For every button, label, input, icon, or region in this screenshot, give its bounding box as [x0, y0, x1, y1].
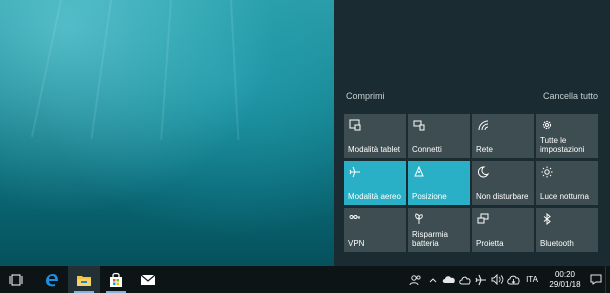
collapse-link[interactable]: Comprimi [346, 91, 385, 105]
light-ray [30, 0, 62, 138]
tile-location[interactable]: Posizione [408, 161, 470, 205]
action-center-header: Comprimi Cancella tutto [346, 91, 598, 105]
tile-label: Tutte le impostazioni [540, 136, 585, 154]
chevron-up-icon [429, 277, 437, 282]
clock-time: 00:20 [554, 269, 576, 279]
task-view-icon [9, 274, 23, 285]
store-icon [110, 272, 122, 287]
tile-label: Posizione [412, 192, 447, 201]
moon-icon [477, 166, 489, 178]
file-explorer-icon [77, 275, 91, 286]
action-center-panel: Comprimi Cancella tutto Modalità tablet … [334, 0, 610, 266]
tile-vpn[interactable]: VPN [344, 208, 406, 252]
clock[interactable]: 00:20 29/01/18 [543, 270, 587, 290]
airplane-icon [475, 274, 486, 285]
tile-bluetooth[interactable]: Bluetooth [536, 208, 598, 252]
clock-date: 29/01/18 [549, 279, 581, 289]
volume-button[interactable] [489, 266, 505, 293]
show-desktop-button[interactable] [605, 266, 610, 293]
edge-icon [46, 273, 58, 286]
cloud-sync-icon [506, 275, 520, 285]
project-icon [477, 213, 489, 224]
quick-actions-grid: Modalità tablet Connetti Rete Tutte le i… [344, 114, 608, 252]
battery-saver-icon [415, 213, 423, 224]
light-ray [90, 0, 112, 139]
settings-icon [542, 120, 552, 130]
cloud-outline-icon [459, 276, 471, 284]
vpn-icon [349, 215, 360, 219]
airplane-tray-button[interactable] [473, 266, 489, 293]
notification-icon [590, 274, 602, 285]
taskbar: ITA 00:20 29/01/18 [0, 266, 610, 293]
system-tray: ITA 00:20 29/01/18 [405, 266, 610, 293]
tile-tablet-mode[interactable]: Modalità tablet [344, 114, 406, 158]
light-ray [160, 0, 172, 140]
tablet-mode-icon [349, 119, 361, 131]
file-explorer-button[interactable] [68, 266, 100, 293]
tile-label: Rete [476, 145, 493, 154]
clear-all-link[interactable]: Cancella tutto [543, 91, 598, 105]
tile-network[interactable]: Rete [472, 114, 534, 158]
sync-button[interactable] [505, 266, 521, 293]
tile-label: Connetti [412, 145, 442, 154]
network-icon [478, 120, 489, 131]
tile-label: Non disturbare [476, 192, 529, 201]
tile-label: Modalità tablet [348, 145, 401, 154]
tile-label: Proietta [476, 239, 504, 248]
people-button[interactable] [405, 266, 425, 293]
action-center-button[interactable] [587, 266, 605, 293]
tile-all-settings[interactable]: Tutte le impostazioni [536, 114, 598, 158]
speaker-icon [491, 274, 503, 285]
mail-button[interactable] [132, 266, 164, 293]
tile-label: Luce notturna [540, 192, 589, 201]
onedrive-button[interactable] [441, 266, 457, 293]
tile-project[interactable]: Proietta [472, 208, 534, 252]
store-button[interactable] [100, 266, 132, 293]
network-tray-button[interactable] [457, 266, 473, 293]
location-icon [414, 166, 424, 177]
bluetooth-icon [543, 213, 551, 225]
input-language-indicator[interactable]: ITA [521, 275, 543, 284]
tile-airplane-mode[interactable]: Modalità aereo [344, 161, 406, 205]
brightness-icon [541, 166, 553, 178]
tile-label: Modalità aereo [348, 192, 401, 201]
airplane-icon [349, 166, 360, 178]
cloud-icon [442, 276, 455, 283]
show-hidden-icons-button[interactable] [425, 266, 441, 293]
tile-label: VPN [348, 239, 365, 248]
tile-connect[interactable]: Connetti [408, 114, 470, 158]
mail-icon [140, 274, 156, 285]
tile-battery-saver[interactable]: Risparmia batteria [408, 208, 470, 252]
tile-label: Bluetooth [540, 239, 574, 248]
tile-label: Risparmia batteria [412, 230, 449, 248]
light-ray [230, 0, 240, 140]
edge-button[interactable] [36, 266, 68, 293]
people-icon [409, 274, 421, 285]
task-view-button[interactable] [0, 266, 32, 293]
tile-night-light[interactable]: Luce notturna [536, 161, 598, 205]
desktop-wallpaper [0, 0, 334, 266]
tile-quiet-hours[interactable]: Non disturbare [472, 161, 534, 205]
connect-icon [413, 120, 425, 131]
